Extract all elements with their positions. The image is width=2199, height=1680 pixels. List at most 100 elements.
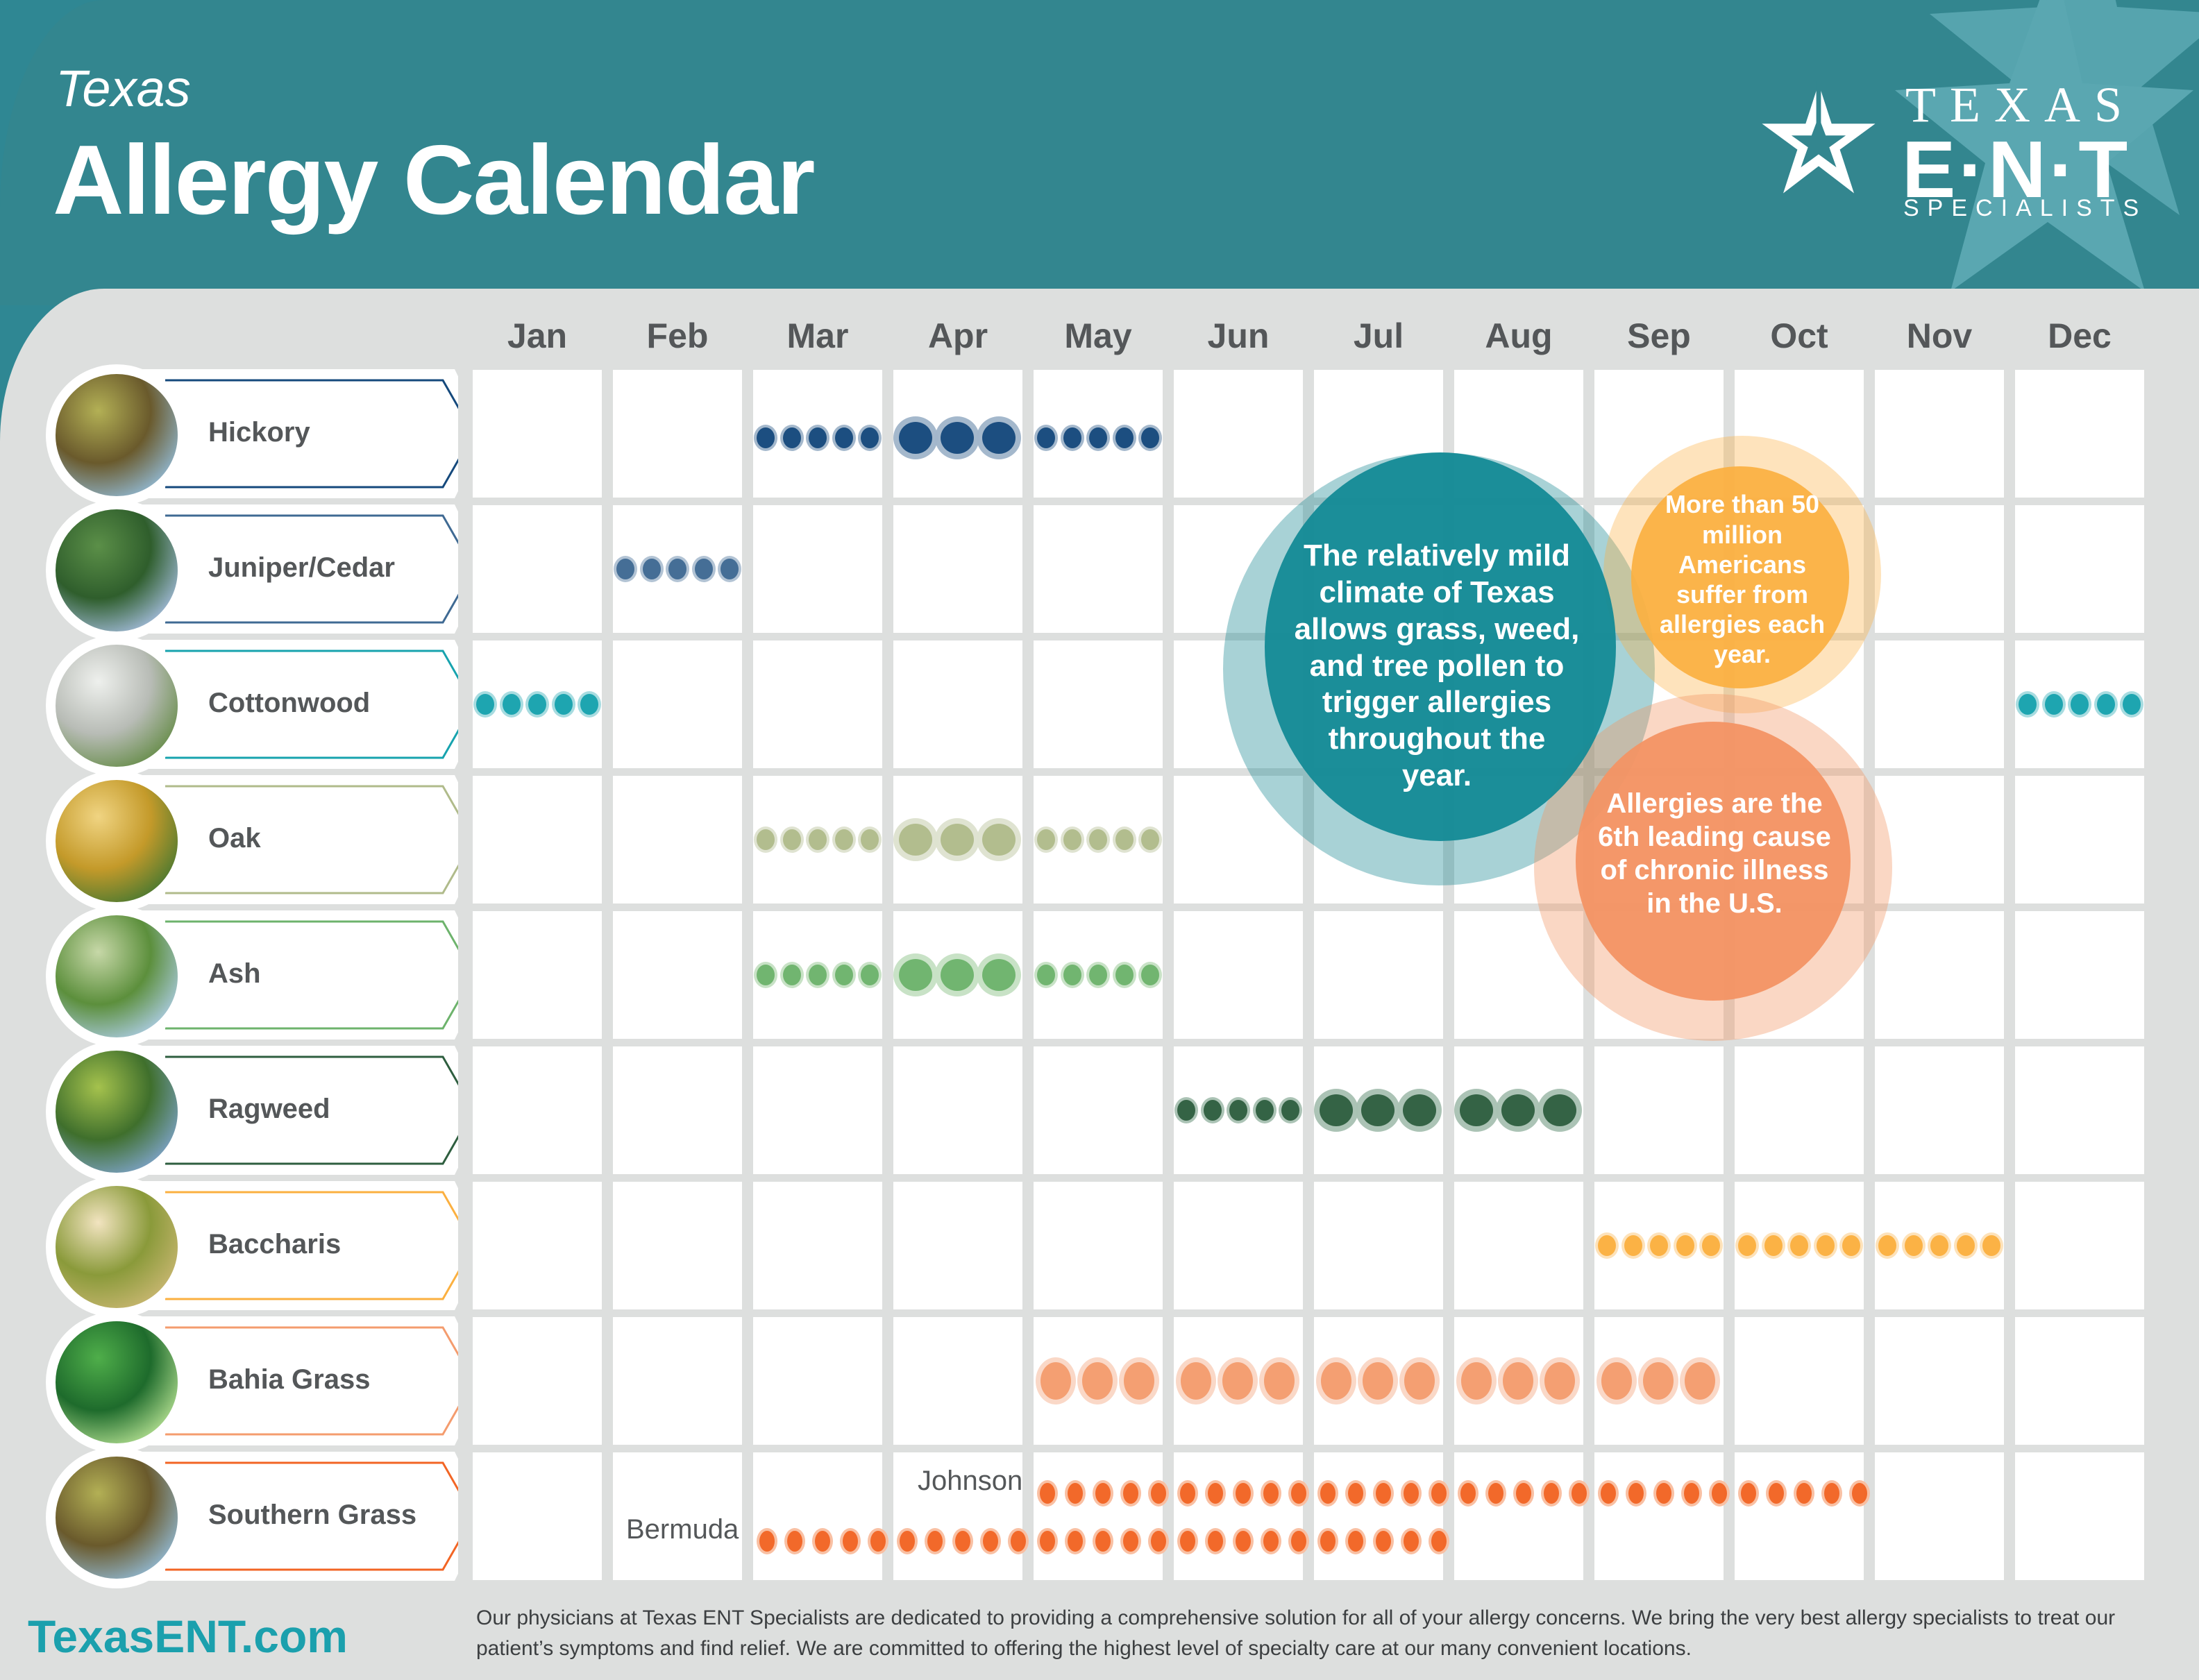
- pollen-dot-peak: [1544, 1362, 1575, 1400]
- pollen-dot-moderate: [2096, 694, 2115, 715]
- climate-bubble-text: The relatively mild climate of Texas all…: [1294, 538, 1580, 792]
- pollen-dot-moderate: [721, 559, 739, 579]
- allergen-name: Baccharis: [208, 1229, 342, 1259]
- pollen-dot-bermuda: [843, 1531, 858, 1552]
- grid-cell: [1034, 505, 1163, 633]
- allergen-name: Juniper/Cedar: [208, 552, 395, 583]
- footer-description: Our physicians at Texas ENT Specialists …: [476, 1606, 2116, 1660]
- pollen-dot-peak: [899, 959, 932, 991]
- pollen-dot-moderate: [834, 965, 853, 985]
- pollen-dot-moderate: [1063, 427, 1081, 448]
- pollen-dot-peak: [1403, 1094, 1436, 1126]
- pollen-dot-moderate: [1141, 965, 1159, 985]
- pollen-dot-moderate: [1115, 427, 1134, 448]
- pollen-dot-peak: [1461, 1362, 1492, 1400]
- grid-cell: [2015, 911, 2144, 1039]
- website-link[interactable]: TexasENT.com: [28, 1610, 348, 1663]
- month-label-may: May: [1064, 316, 1132, 355]
- pollen-dot-moderate: [757, 829, 775, 850]
- month-label-nov: Nov: [1906, 316, 1973, 355]
- month-label-mar: Mar: [786, 316, 849, 355]
- pollen-dot-peak: [982, 959, 1016, 991]
- pollen-dot-peak: [1363, 1362, 1393, 1400]
- grid-cell: [2015, 1046, 2144, 1174]
- grid-cell: [1034, 1046, 1163, 1174]
- pollen-dot-moderate: [580, 694, 598, 715]
- pollen-dot-peak: [1404, 1362, 1435, 1400]
- pollen-dot-moderate: [1281, 1100, 1299, 1121]
- grid-cell: [2015, 776, 2144, 903]
- pollen-dot-johnson: [1151, 1483, 1166, 1504]
- pollen-dot-moderate: [554, 694, 573, 715]
- grid-cell: [1875, 370, 2004, 498]
- grid-cell: [1875, 1046, 2004, 1174]
- pollen-dot-moderate: [1598, 1235, 1616, 1256]
- grid-cell: [613, 1182, 742, 1309]
- pollen-dot-bermuda: [870, 1531, 886, 1552]
- pollen-dot-moderate: [2044, 694, 2063, 715]
- texas-ent-logo[interactable]: TEXAS E·N·T SPECIALISTS: [1756, 66, 2145, 226]
- page-title: Allergy Calendar: [53, 125, 816, 235]
- logo-specialists-text: SPECIALISTS: [1903, 195, 2148, 221]
- pollen-dot-moderate: [809, 829, 827, 850]
- pollen-dot-johnson: [1741, 1483, 1756, 1504]
- grid-cell: [1174, 1182, 1303, 1309]
- pollen-dot-bermuda: [1208, 1531, 1223, 1552]
- pollen-dot-moderate: [809, 965, 827, 985]
- johnson-label: Johnson: [918, 1466, 1023, 1496]
- pollen-dot-peak: [1321, 1362, 1351, 1400]
- pollen-dot-bermuda: [1320, 1531, 1336, 1552]
- pollen-dot-johnson: [1320, 1483, 1336, 1504]
- month-label-jun: Jun: [1207, 316, 1270, 355]
- allergen-photo: [46, 1176, 187, 1318]
- grid-cell: [473, 1182, 602, 1309]
- grid-cell: [1735, 1452, 1864, 1580]
- pollen-dot-bermuda: [900, 1531, 915, 1552]
- pollen-dot-moderate: [1115, 829, 1134, 850]
- grid-cell: [753, 505, 882, 633]
- grid-cell: [1875, 640, 2004, 768]
- pollen-dot-johnson: [1684, 1483, 1699, 1504]
- pollen-dot-peak: [1503, 1362, 1533, 1400]
- pollen-dot-bermuda: [1040, 1531, 1055, 1552]
- grid-cell: [613, 640, 742, 768]
- month-label-sep: Sep: [1627, 316, 1691, 355]
- grid-cell: [2015, 370, 2144, 498]
- grid-cell: [2015, 1182, 2144, 1309]
- allergen-photo: [46, 1447, 187, 1588]
- grid-cell: [753, 1182, 882, 1309]
- grid-cell: [1174, 1452, 1303, 1580]
- star-icon: [1762, 81, 1876, 194]
- grid-cell: [473, 911, 602, 1039]
- month-label-jul: Jul: [1353, 316, 1404, 355]
- pollen-dot-peak: [1501, 1094, 1535, 1126]
- pollen-dot-bermuda: [759, 1531, 775, 1552]
- pollen-dot-johnson: [1040, 1483, 1055, 1504]
- pollen-dot-peak: [899, 824, 932, 856]
- grid-cell: [473, 1452, 602, 1580]
- pollen-dot-moderate: [1255, 1100, 1274, 1121]
- pollen-dot-johnson: [1656, 1483, 1671, 1504]
- pollen-dot-johnson: [1208, 1483, 1223, 1504]
- allergen-name: Southern Grass: [208, 1500, 417, 1530]
- grid-cell: [1454, 1182, 1583, 1309]
- allergen-photo: [46, 1312, 187, 1453]
- grid-cell: [613, 370, 742, 498]
- pollen-dot-moderate: [757, 965, 775, 985]
- grid-cell: [753, 640, 882, 768]
- pollen-dot-moderate: [1878, 1235, 1896, 1256]
- grid-cell: [1314, 911, 1443, 1039]
- pollen-dot-peak: [1460, 1094, 1493, 1126]
- grid-cell: [473, 1046, 602, 1174]
- grid-cell: [613, 1317, 742, 1445]
- pollen-dot-peak: [1685, 1362, 1715, 1400]
- pollen-dot-bermuda: [1291, 1531, 1306, 1552]
- pollen-dot-moderate: [1203, 1100, 1222, 1121]
- pollen-dot-moderate: [694, 559, 713, 579]
- grid-cell: [1735, 1046, 1864, 1174]
- month-label-feb: Feb: [646, 316, 709, 355]
- allergen-name: Cottonwood: [208, 688, 371, 718]
- pollen-dot-peak: [941, 824, 974, 856]
- pollen-dot-moderate: [1930, 1235, 1948, 1256]
- grid-cell: [1174, 370, 1303, 498]
